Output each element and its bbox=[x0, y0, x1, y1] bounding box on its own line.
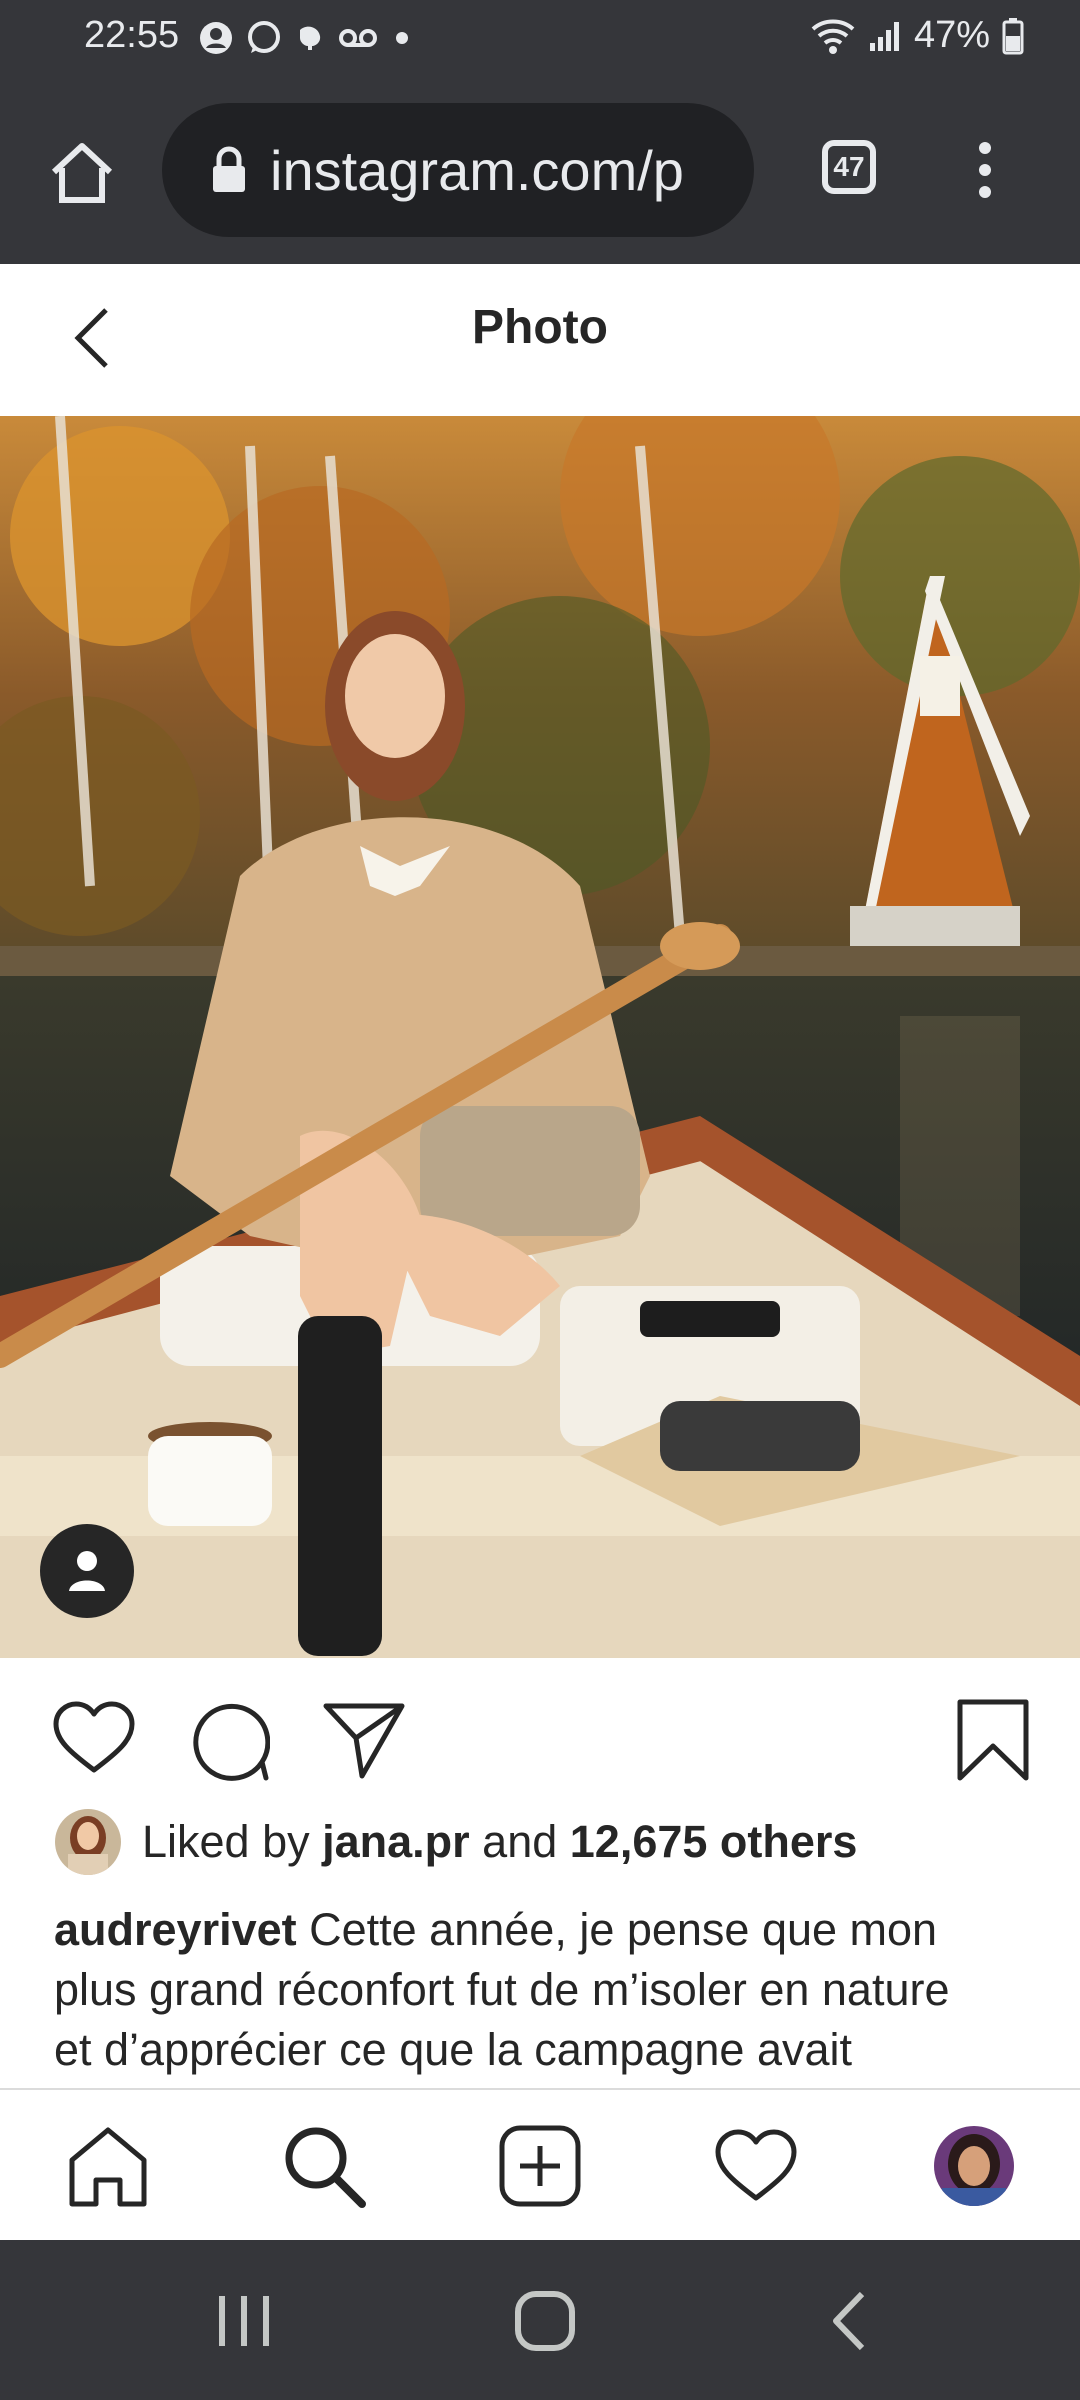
caption-line-1: Cette année, je pense que mon bbox=[296, 1904, 938, 1955]
lock-icon bbox=[213, 146, 245, 192]
post-caption: audreyrivet Cette année, je pense que mo… bbox=[54, 1900, 1044, 2084]
signal-icon bbox=[869, 21, 899, 51]
caption-line-2: plus grand réconfort fut de m’isoler en … bbox=[54, 1964, 950, 2015]
liker-avatar[interactable] bbox=[54, 1808, 122, 1876]
share-icon[interactable] bbox=[322, 1700, 406, 1780]
more-icon[interactable] bbox=[970, 140, 1000, 200]
status-notification-icons bbox=[198, 16, 414, 60]
user-tag-icon bbox=[69, 1551, 105, 1591]
caption-line-3: et d’apprécier ce que la campagne avait bbox=[54, 2024, 853, 2075]
whatsapp-icon bbox=[248, 21, 280, 53]
liked-user-link[interactable]: jana.pr bbox=[322, 1816, 470, 1867]
liked-prefix: Liked by bbox=[142, 1816, 323, 1867]
home-circle-icon[interactable] bbox=[514, 2290, 576, 2352]
liked-mid: and bbox=[469, 1816, 570, 1867]
nav-search-icon[interactable] bbox=[282, 2124, 366, 2208]
tabs-button[interactable]: 47 bbox=[822, 140, 876, 194]
url-bar[interactable]: instagram.com/p bbox=[162, 103, 754, 237]
liked-count-link[interactable]: 12,675 others bbox=[570, 1816, 858, 1867]
caption-author-link[interactable]: audreyrivet bbox=[54, 1904, 297, 1955]
user-tag-button[interactable] bbox=[40, 1524, 134, 1618]
likes-row: Liked by jana.pr and 12,675 others bbox=[54, 1808, 857, 1876]
browser-home-icon[interactable] bbox=[48, 140, 116, 204]
page-title: Photo bbox=[472, 301, 608, 354]
bookmark-icon[interactable] bbox=[956, 1698, 1030, 1782]
nav-profile-avatar[interactable] bbox=[932, 2124, 1016, 2208]
nav-new-post-icon[interactable] bbox=[498, 2124, 582, 2208]
elephant-icon bbox=[300, 26, 321, 50]
user-icon bbox=[200, 22, 232, 54]
likes-text: Liked by jana.pr and 12,675 others bbox=[142, 1816, 857, 1868]
battery-percent: 47% bbox=[913, 14, 990, 56]
voicemail-icon bbox=[339, 29, 377, 47]
wifi-icon bbox=[811, 19, 855, 54]
nav-home-icon[interactable] bbox=[66, 2124, 150, 2208]
post-photo[interactable] bbox=[0, 416, 1080, 1658]
comment-icon[interactable] bbox=[188, 1700, 270, 1782]
heart-icon[interactable] bbox=[52, 1700, 136, 1776]
recents-icon[interactable] bbox=[214, 2292, 274, 2350]
back-icon[interactable] bbox=[828, 2290, 868, 2352]
url-text: instagram.com/p bbox=[270, 138, 684, 202]
status-system-icons: 47% bbox=[810, 14, 1024, 57]
nav-activity-icon[interactable] bbox=[714, 2128, 798, 2204]
dot-icon bbox=[396, 32, 408, 44]
post-image bbox=[0, 416, 1080, 1658]
status-time: 22:55 bbox=[84, 14, 180, 56]
battery-icon bbox=[1002, 17, 1024, 54]
